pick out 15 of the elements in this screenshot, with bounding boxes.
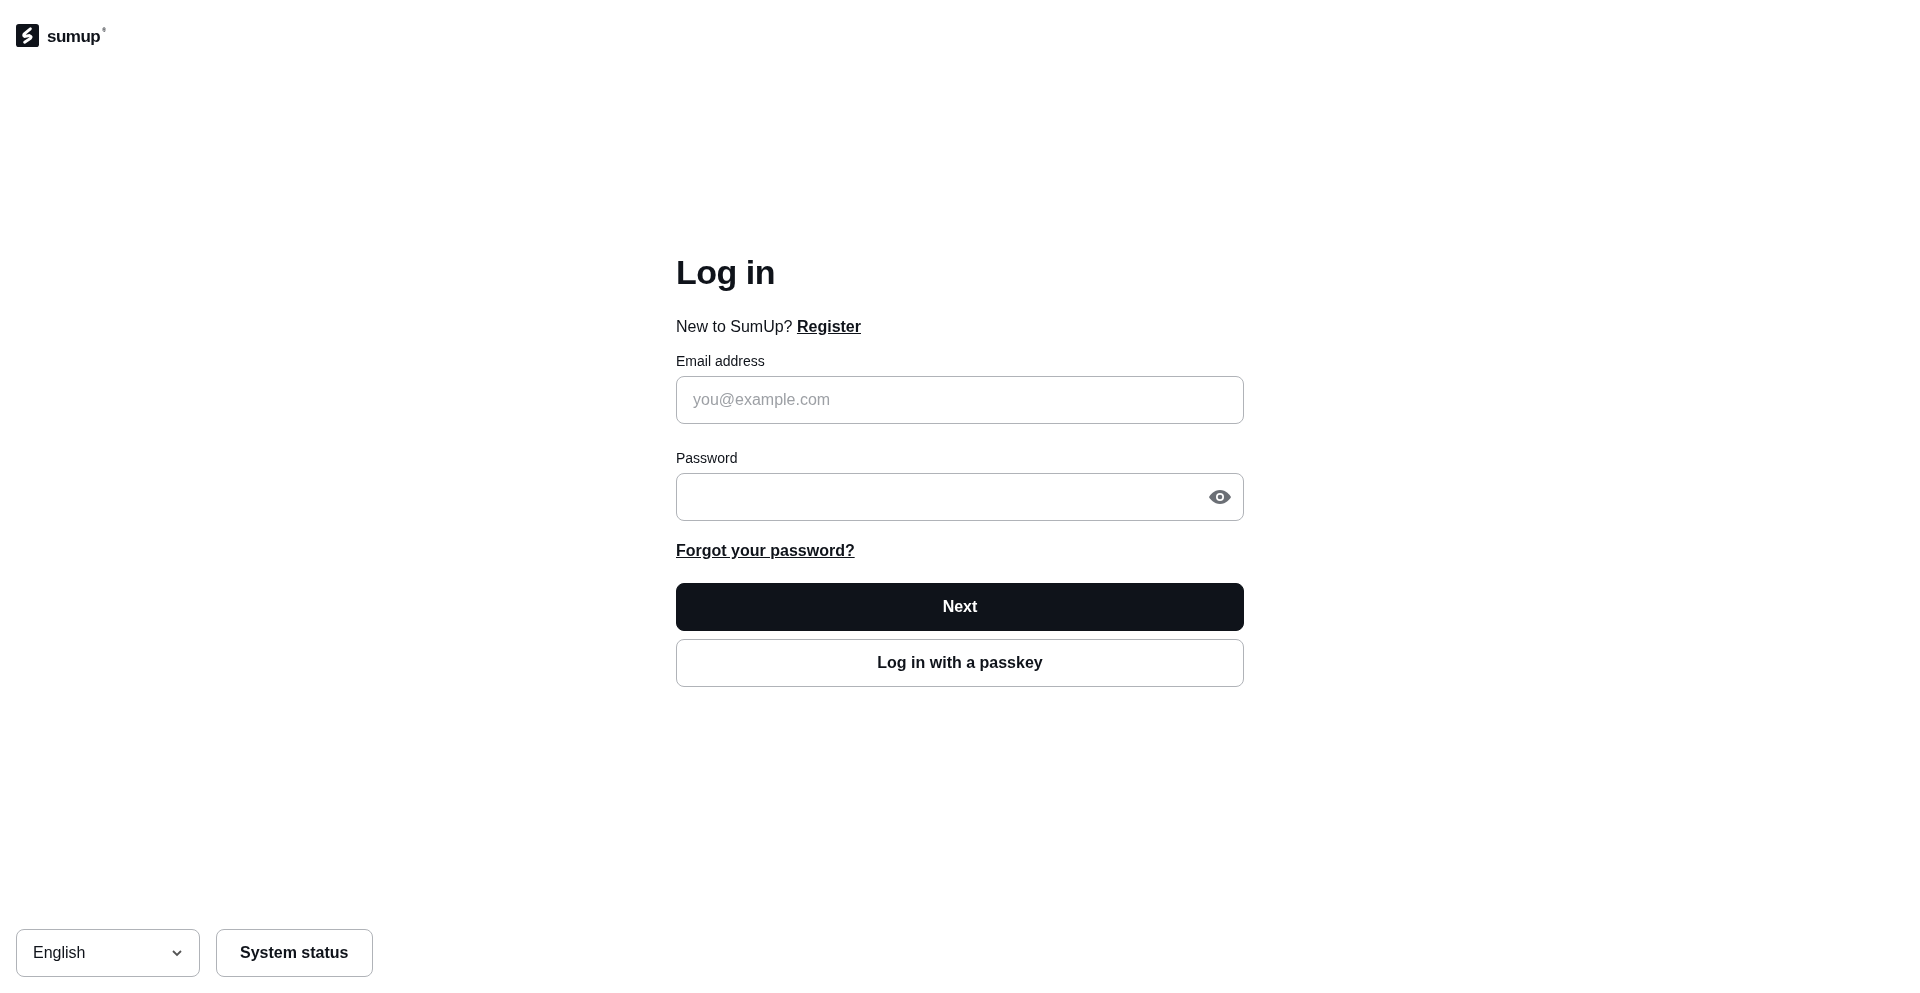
- register-link[interactable]: Register: [796, 317, 861, 335]
- field-label: Email address: [676, 351, 766, 371]
- password-field[interactable]: [676, 472, 1244, 521]
- logo-icon: [16, 24, 39, 47]
- register-prompt: New to SumUp?: [676, 317, 793, 335]
- next-button[interactable]: Next: [676, 582, 1244, 631]
- passkey-button[interactable]: Log in with a passkey: [676, 638, 1244, 687]
- email-field[interactable]: you@example.com: [676, 375, 1244, 424]
- field-label: Password: [676, 448, 739, 468]
- forgot-password-link[interactable]: Forgot your password?: [676, 541, 855, 559]
- page-title: Log in: [676, 252, 776, 293]
- system-status-button[interactable]: System status: [216, 929, 373, 977]
- language-select[interactable]: English: [16, 929, 200, 977]
- eye-icon[interactable]: [1208, 488, 1232, 505]
- chevron-down-icon: [171, 949, 183, 957]
